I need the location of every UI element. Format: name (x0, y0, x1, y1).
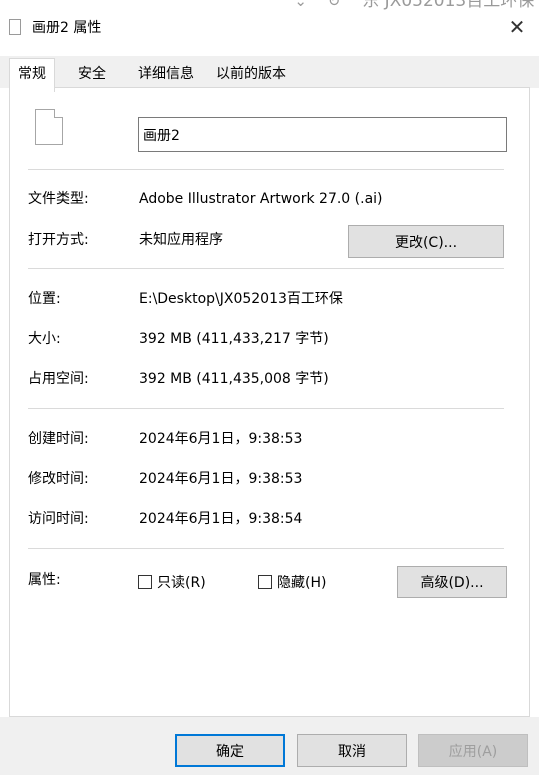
tab-previous-versions[interactable]: 以前的版本 (216, 65, 286, 83)
tab-details[interactable]: 详细信息 (138, 65, 194, 83)
accessed-label: 访问时间: (28, 511, 89, 527)
modified-label: 修改时间: (28, 471, 89, 487)
checkbox-box[interactable] (138, 575, 152, 589)
title-bar: ⌄ ↻ 东 JX052013百工环保 c 画册2 属性 ✕ (0, 0, 539, 56)
location-value: E:\Desktop\JX052013百工环保 (139, 291, 343, 307)
file-name-input[interactable] (138, 117, 507, 152)
separator (28, 548, 504, 549)
size-on-disk-value: 392 MB (411,435,008 字节) (139, 371, 329, 387)
tab-general[interactable]: 常规 (9, 58, 55, 92)
readonly-checkbox-label: 只读(R) (157, 575, 206, 591)
tab-bar: 常规 安全 详细信息 以前的版本 (0, 56, 539, 92)
opens-with-label: 打开方式: (28, 232, 89, 248)
separator (28, 268, 504, 269)
cancel-button[interactable]: 取消 (297, 734, 407, 767)
change-button[interactable]: 更改(C)... (348, 225, 504, 258)
file-type-label: 文件类型: (28, 191, 89, 207)
separator (28, 169, 504, 170)
location-label: 位置: (28, 291, 61, 307)
created-label: 创建时间: (28, 431, 89, 447)
accessed-value: 2024年6月1日，9:38:54 (139, 511, 303, 527)
modified-value: 2024年6月1日，9:38:53 (139, 471, 303, 487)
size-value: 392 MB (411,433,217 字节) (139, 331, 329, 347)
document-icon (9, 19, 21, 35)
size-on-disk-label: 占用空间: (28, 371, 89, 387)
background-window-peek: ⌄ ↻ 东 JX052013百工环保 c (294, 0, 539, 12)
close-icon[interactable]: ✕ (505, 15, 529, 39)
readonly-checkbox[interactable]: 只读(R) (138, 574, 206, 592)
window-title: 画册2 属性 (32, 20, 102, 36)
separator (28, 408, 504, 409)
attributes-label: 属性: (28, 572, 61, 588)
hidden-checkbox-label: 隐藏(H) (277, 575, 327, 591)
created-value: 2024年6月1日，9:38:53 (139, 431, 303, 447)
blank-document-icon (35, 109, 63, 145)
advanced-button[interactable]: 高级(D)... (397, 566, 507, 598)
opens-with-value: 未知应用程序 (139, 232, 223, 248)
checkbox-box[interactable] (258, 575, 272, 589)
file-type-value: Adobe Illustrator Artwork 27.0 (.ai) (139, 191, 383, 207)
size-label: 大小: (28, 331, 61, 347)
tab-security[interactable]: 安全 (78, 65, 106, 83)
general-panel (9, 87, 530, 717)
background-window-icons: ⌄ ↻ (294, 0, 349, 10)
hidden-checkbox[interactable]: 隐藏(H) (258, 574, 326, 592)
background-window-title: 东 JX052013百工环保 c (362, 0, 539, 11)
apply-button: 应用(A) (418, 734, 528, 767)
ok-button[interactable]: 确定 (175, 734, 285, 767)
